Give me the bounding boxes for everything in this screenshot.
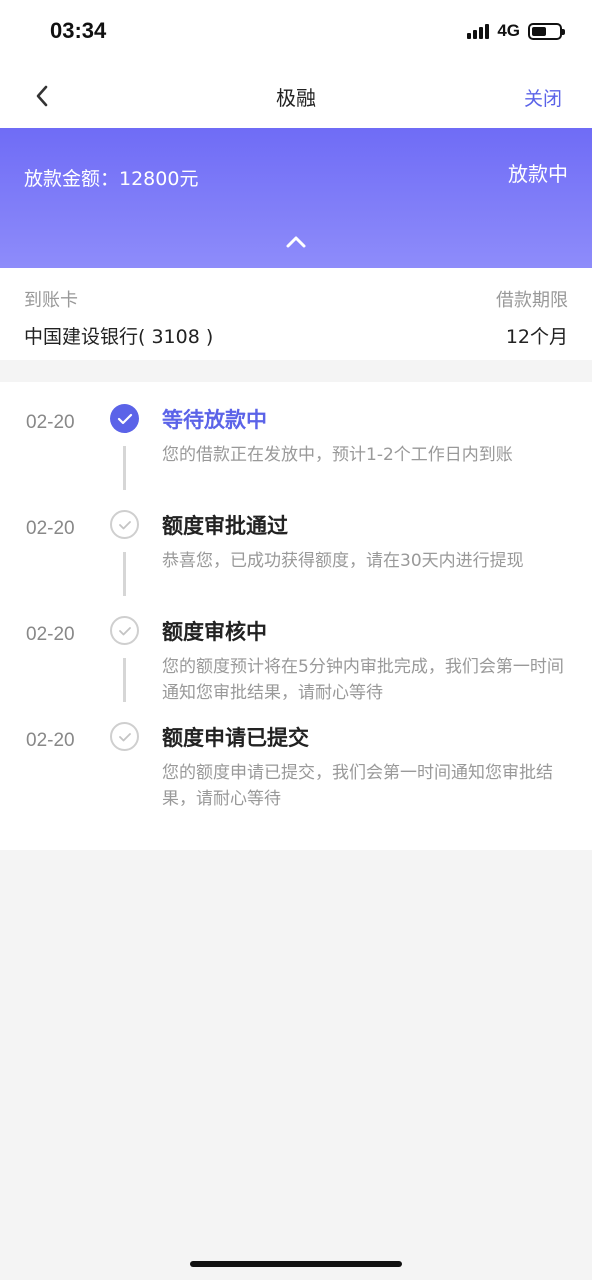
timeline-title: 额度审批通过 [162, 514, 288, 538]
page-title: 极融 [276, 86, 316, 110]
card-label: 到账卡 [24, 290, 78, 311]
progress-timeline: 02-20 等待放款中 您的借款正在发放中，预计1-2个工作日内到账 02-20… [0, 382, 592, 850]
timeline-description: 恭喜您，已成功获得额度，请在30天内进行提现 [162, 551, 524, 571]
card-info: 到账卡 借款期限 中国建设银行( 3108 ) 12个月 [0, 268, 592, 360]
signal-icon [467, 23, 490, 39]
loan-amount: 放款金额：12800元 [24, 168, 199, 190]
timeline-title: 额度申请已提交 [162, 726, 309, 750]
chevron-up-icon[interactable] [282, 232, 310, 252]
check-circle-icon [110, 404, 139, 433]
timeline-connector [123, 552, 126, 596]
timeline-date: 02-20 [26, 730, 75, 751]
timeline-description: 您的借款正在发放中，预计1-2个工作日内到账 [162, 445, 513, 465]
term-value: 12个月 [505, 326, 568, 348]
close-button[interactable]: 关闭 [524, 84, 562, 111]
timeline-title: 额度审核中 [162, 620, 267, 644]
term-label: 借款期限 [496, 290, 568, 311]
check-circle-icon [110, 616, 139, 645]
check-circle-icon [110, 510, 139, 539]
timeline-title: 等待放款中 [162, 408, 267, 432]
loan-status-banner: 放款金额：12800元 放款中 [0, 128, 592, 268]
status-bar: 03:34 4G [0, 0, 592, 64]
home-indicator[interactable] [190, 1261, 402, 1267]
network-type: 4G [497, 21, 520, 40]
status-time: 03:34 [50, 18, 107, 43]
timeline-date: 02-20 [26, 412, 75, 433]
nav-bar: 极融 关闭 [0, 64, 592, 128]
check-circle-icon [110, 722, 139, 751]
timeline-connector [123, 658, 126, 702]
timeline-description: 您的额度申请已提交，我们会第一时间通知您审批结果，请耐心等待 [162, 763, 553, 809]
timeline-date: 02-20 [26, 624, 75, 645]
loan-status: 放款中 [508, 162, 568, 186]
timeline-date: 02-20 [26, 518, 75, 539]
card-value: 中国建设银行( 3108 ) [24, 326, 214, 348]
timeline-description: 您的额度预计将在5分钟内审批完成，我们会第一时间通知您审批结果，请耐心等待 [162, 657, 564, 703]
timeline-connector [123, 446, 126, 490]
battery-icon [528, 22, 565, 40]
status-indicators: 4G [467, 21, 565, 41]
